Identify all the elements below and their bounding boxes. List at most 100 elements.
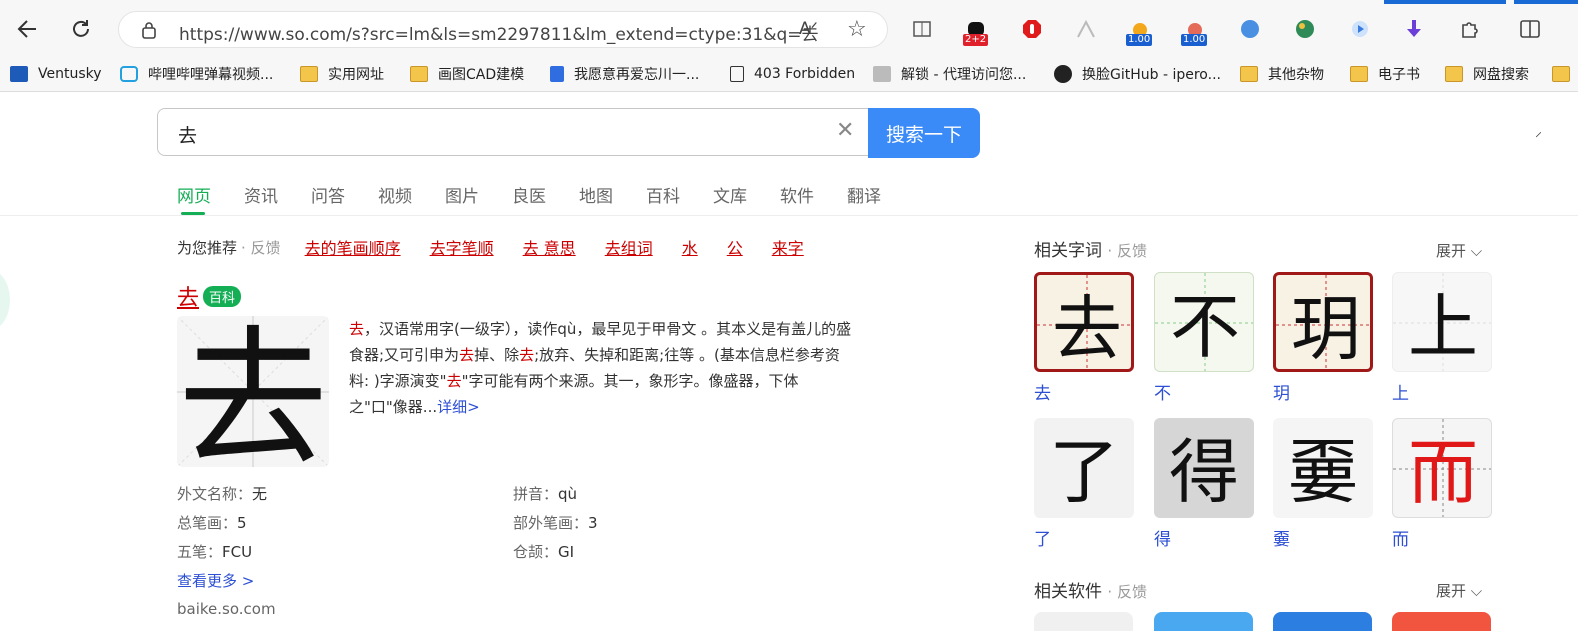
bookmark-folder-cad[interactable]: 画图CAD建模 — [410, 62, 524, 86]
related-char-label[interactable]: 玥 — [1273, 379, 1290, 404]
related-char-label[interactable]: 了 — [1034, 525, 1051, 550]
back-icon[interactable] — [10, 12, 44, 46]
info-key: 外文名称： — [177, 485, 253, 503]
search-query[interactable]: 去 — [178, 121, 197, 148]
char-glyph: 而 — [1408, 432, 1478, 514]
side-decoration — [0, 270, 10, 330]
feedback-link[interactable]: · 反馈 — [241, 237, 281, 258]
tab-webpage[interactable]: 网页 — [177, 182, 211, 216]
recommend-link[interactable]: 来字 — [772, 235, 804, 259]
extension-badge: 1.00 — [1181, 34, 1208, 46]
bookmark-label: 哔哩哔哩弹幕视频... — [148, 67, 274, 83]
split-screen-icon[interactable] — [1516, 15, 1544, 43]
search-button[interactable]: 搜索一下 — [868, 108, 980, 158]
info-key: 拼音： — [513, 485, 559, 503]
related-char-card[interactable]: 而 — [1392, 418, 1492, 518]
ventusky-icon — [10, 66, 28, 82]
software-card[interactable] — [1392, 612, 1491, 631]
related-char-card[interactable]: 上 — [1392, 272, 1492, 372]
download-icon[interactable] — [1400, 15, 1428, 43]
bookmark-403[interactable]: 403 Forbidden — [730, 62, 855, 86]
bookmark-folder-useful[interactable]: 实用网址 — [300, 62, 384, 86]
info-cangjie: 仓颉：GI — [513, 541, 574, 562]
adblock-icon[interactable] — [1018, 15, 1046, 43]
related-char-label[interactable]: 得 — [1154, 525, 1171, 550]
character-grid: 去 — [177, 316, 329, 467]
tab-baike[interactable]: 百科 — [646, 182, 680, 216]
browser-toolbar: https://www.so.com/s?src=lm&ls=sm2297811… — [0, 0, 1578, 58]
char-glyph: 去 — [1052, 288, 1122, 370]
reader-mode-icon[interactable] — [908, 15, 936, 43]
recommend-link[interactable]: 去组词 — [605, 235, 653, 259]
bookmark-doc[interactable]: 我愿意再爱忘川一... — [550, 62, 699, 86]
bookmark-folder-more[interactable] — [1552, 62, 1578, 86]
extension-a-icon[interactable] — [1072, 15, 1100, 43]
character-image[interactable]: 去 — [177, 316, 329, 467]
github-icon — [1054, 65, 1072, 83]
see-more-link[interactable]: 查看更多 > — [177, 570, 254, 591]
info-strokes: 总笔画：5 — [177, 512, 247, 533]
related-char-label[interactable]: 而 — [1392, 525, 1409, 550]
tab-translate[interactable]: 翻译 — [847, 182, 881, 216]
extension-earth-icon[interactable] — [1291, 15, 1319, 43]
bookmark-folder-disk[interactable]: 网盘搜索 — [1445, 62, 1529, 86]
recommend-label: 为您推荐 — [177, 238, 238, 257]
source-url[interactable]: baike.so.com — [177, 600, 276, 618]
related-char-card[interactable]: 嫑 — [1273, 418, 1373, 518]
software-card[interactable] — [1273, 612, 1372, 631]
feedback-link[interactable]: · 反馈 — [1107, 583, 1147, 601]
tab-video[interactable]: 视频 — [378, 182, 412, 216]
extension-play-icon[interactable] — [1346, 15, 1374, 43]
extension-globe-icon[interactable] — [1236, 15, 1264, 43]
related-char-card[interactable]: 不 — [1154, 272, 1254, 372]
tab-wenku[interactable]: 文库 — [713, 182, 747, 216]
recommend-row: 为您推荐 · 反馈 去的笔画顺序 去字笔顺 去 意思 去组词 水 公 来字 — [177, 235, 833, 259]
recommend-link[interactable]: 去 意思 — [523, 235, 576, 259]
tab-images[interactable]: 图片 — [445, 182, 479, 216]
expand-button[interactable]: 展开 ⌵ — [1436, 580, 1482, 601]
tab-software[interactable]: 软件 — [780, 182, 814, 216]
result-title-link[interactable]: 去 — [177, 280, 199, 312]
bookmark-label: 解锁 - 代理访问您... — [901, 67, 1027, 83]
recommend-link[interactable]: 去的笔画顺序 — [305, 235, 401, 259]
expand-button[interactable]: 展开 ⌵ — [1436, 240, 1482, 261]
tab-doctor[interactable]: 良医 — [512, 182, 546, 216]
bookmark-github[interactable]: 换脸GitHub - ipero... — [1054, 62, 1221, 86]
address-bar[interactable]: https://www.so.com/s?src=lm&ls=sm2297811… — [118, 11, 888, 48]
related-char-card[interactable]: 去 — [1034, 272, 1134, 372]
related-char-label[interactable]: 不 — [1154, 379, 1171, 404]
extensions-puzzle-icon[interactable] — [1455, 15, 1483, 43]
related-char-card[interactable]: 得 — [1154, 418, 1254, 518]
recommend-link[interactable]: 公 — [727, 235, 743, 259]
bookmark-label: 其他杂物 — [1268, 67, 1324, 83]
related-char-card[interactable]: 了 — [1034, 418, 1134, 518]
software-card[interactable] — [1034, 612, 1133, 631]
url-text[interactable]: https://www.so.com/s?src=lm&ls=sm2297811… — [179, 20, 819, 45]
bookmark-folder-misc[interactable]: 其他杂物 — [1240, 62, 1324, 86]
lock-icon[interactable] — [141, 21, 157, 39]
related-char-card[interactable]: 玥 — [1273, 272, 1373, 372]
tab-news[interactable]: 资讯 — [244, 182, 278, 216]
favorite-star-icon[interactable]: ☆ — [847, 17, 867, 42]
related-char-label[interactable]: 嫑 — [1273, 525, 1290, 550]
recommend-link[interactable]: 去字笔顺 — [430, 235, 494, 259]
related-char-label[interactable]: 上 — [1392, 379, 1409, 404]
bookmark-folder-ebook[interactable]: 电子书 — [1350, 62, 1420, 86]
related-char-label[interactable]: 去 — [1034, 379, 1051, 404]
bookmark-label: 画图CAD建模 — [438, 67, 525, 83]
highlight-keyword: 去 — [446, 372, 462, 390]
feedback-link[interactable]: · 反馈 — [1107, 242, 1147, 260]
recommend-link[interactable]: 水 — [682, 235, 698, 259]
clear-icon[interactable]: ✕ — [836, 118, 854, 143]
reload-icon[interactable] — [64, 12, 98, 46]
bookmark-unblock[interactable]: 解锁 - 代理访问您... — [873, 62, 1026, 86]
detail-link[interactable]: 详细> — [437, 398, 480, 416]
software-card[interactable] — [1154, 612, 1253, 631]
search-input[interactable]: 去 ✕ — [157, 108, 870, 156]
tab-qa[interactable]: 问答 — [311, 182, 345, 216]
tab-map[interactable]: 地图 — [579, 182, 613, 216]
bookmark-bilibili[interactable]: 哔哩哔哩弹幕视频... — [120, 62, 273, 86]
char-thumbnail: 去 — [1037, 275, 1131, 370]
bookmark-ventusky[interactable]: Ventusky — [10, 62, 102, 86]
read-aloud-icon[interactable]: A᠎ᐟ — [799, 19, 818, 39]
